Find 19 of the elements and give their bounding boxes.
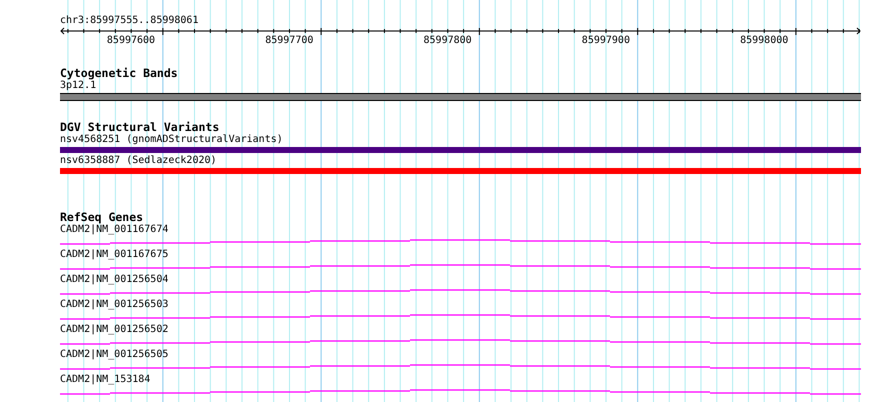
- feature-label: nsv4568251 (gnomADStructuralVariants): [60, 134, 283, 146]
- feature-label: CADM2|NM_001256504: [60, 274, 168, 286]
- feature-label: CADM2|NM_001256502: [60, 324, 168, 336]
- region-label: chr3:85997555..85998061: [60, 15, 198, 27]
- tick-label: 85997600: [106, 35, 156, 47]
- tick-label: 85997800: [424, 35, 472, 47]
- feature-label: CADM2|NM_001167674: [60, 224, 168, 236]
- feature-label: CADM2|NM_153184: [60, 374, 150, 386]
- track-title: DGV Structural Variants: [60, 121, 220, 134]
- tick-label: 85997900: [582, 35, 630, 47]
- tick-label: 85997700: [265, 35, 314, 47]
- feature-label: CADM2|NM_001167675: [60, 249, 168, 261]
- feature-label: nsv6358887 (Sedlazeck2020): [60, 155, 217, 167]
- track-title: RefSeq Genes: [60, 211, 144, 224]
- track-title: Cytogenetic Bands: [60, 67, 178, 80]
- tick-label: 85998000: [740, 35, 788, 47]
- feature-label: CADM2|NM_001256505: [60, 349, 168, 361]
- feature-label: CADM2|NM_001256503: [60, 299, 168, 311]
- feature-label: 3p12.1: [60, 80, 96, 92]
